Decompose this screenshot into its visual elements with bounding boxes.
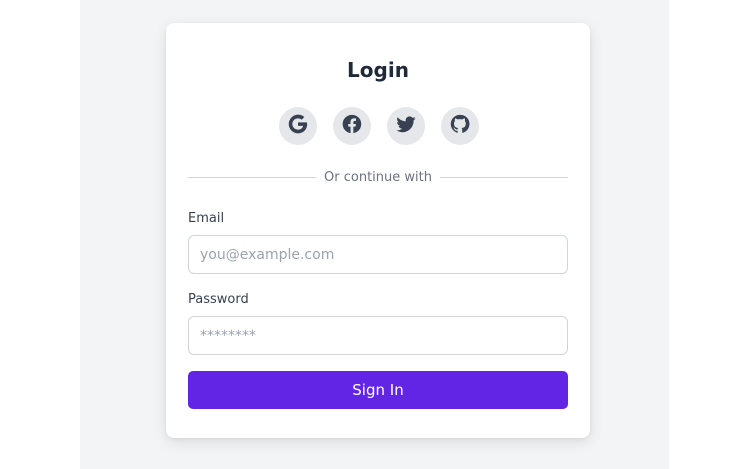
twitter-icon (395, 113, 417, 139)
or-divider: Or continue with (188, 169, 569, 185)
email-input[interactable] (188, 235, 568, 274)
social-login-row (279, 107, 479, 145)
twitter-login-button[interactable] (387, 107, 425, 145)
github-icon (449, 113, 471, 139)
email-label: Email (188, 211, 225, 226)
github-login-button[interactable] (441, 107, 479, 145)
login-title: Login (347, 58, 409, 82)
facebook-login-button[interactable] (333, 107, 371, 145)
divider-text: Or continue with (324, 169, 432, 185)
google-login-button[interactable] (279, 107, 317, 145)
google-icon (287, 113, 309, 139)
facebook-icon (341, 113, 363, 139)
sign-in-button[interactable]: Sign In (188, 371, 568, 409)
password-label: Password (188, 292, 249, 307)
divider-line-right (439, 176, 569, 178)
divider-line-left (188, 176, 317, 178)
password-input[interactable] (188, 316, 568, 355)
login-card: Login Or continue with Email Pa (166, 23, 590, 438)
